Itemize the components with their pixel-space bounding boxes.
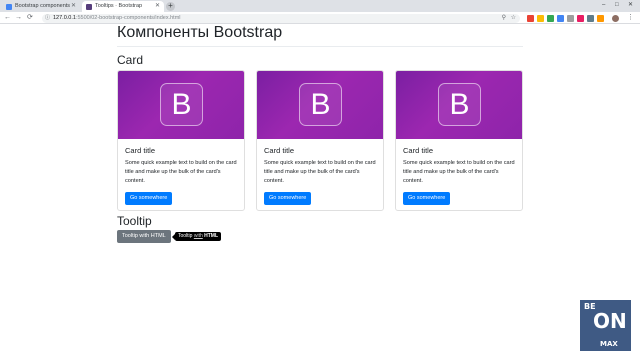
tooltip-emphasis: with xyxy=(193,233,203,239)
extension-icon[interactable] xyxy=(577,15,584,22)
card-row: B Card title Some quick example text to … xyxy=(117,70,523,213)
tab-bootstrap-components[interactable]: Bootstrap components ✕ xyxy=(2,1,80,12)
card: B Card title Some quick example text to … xyxy=(395,70,523,211)
extension-icon[interactable] xyxy=(567,15,574,22)
beonmax-watermark-logo: BE ON MAX xyxy=(580,300,631,351)
card-image: B xyxy=(118,71,244,139)
card-title: Card title xyxy=(264,146,295,155)
page-title: Компоненты Bootstrap xyxy=(117,25,523,47)
watermark-text: MAX xyxy=(600,340,618,348)
tab-tooltips-bootstrap[interactable]: Tooltips · Bootstrap ✕ xyxy=(82,1,164,12)
minimize-icon[interactable]: – xyxy=(602,0,605,11)
extension-icon[interactable] xyxy=(597,15,604,22)
close-tab-icon[interactable]: ✕ xyxy=(155,1,160,12)
browser-toolbar: ← → ⟳ ⓘ 127.0.0.1:5500/02-bootstrap-comp… xyxy=(0,12,640,24)
card-body: Card title Some quick example text to bu… xyxy=(396,139,522,210)
tooltip-section-heading: Tooltip xyxy=(117,214,152,228)
tab-title: Bootstrap components xyxy=(15,3,71,9)
card-section-heading: Card xyxy=(117,53,144,67)
tooltip-demo: Tooltip with HTML Tooltip with HTML xyxy=(117,230,523,244)
go-somewhere-button[interactable]: Go somewhere xyxy=(125,192,173,205)
bootstrap-logo-icon: B xyxy=(299,83,342,126)
tooltip-with-html-button[interactable]: Tooltip with HTML xyxy=(117,230,171,243)
page-favicon-icon xyxy=(6,4,12,10)
address-bar[interactable]: ⓘ 127.0.0.1:5500/02-bootstrap-components… xyxy=(42,14,520,23)
menu-icon[interactable]: ⋮ xyxy=(627,13,634,23)
url-path: :5500/02-bootstrap-components/index.html xyxy=(75,15,181,21)
tab-title: Tooltips · Bootstrap xyxy=(95,3,143,9)
card-title: Card title xyxy=(125,146,156,155)
new-tab-button[interactable]: + xyxy=(166,2,175,11)
card-title: Card title xyxy=(403,146,434,155)
back-icon[interactable]: ← xyxy=(4,13,11,23)
extension-icon[interactable] xyxy=(537,15,544,22)
zoom-icon[interactable]: ⚲ xyxy=(502,14,506,23)
maximize-icon[interactable]: □ xyxy=(615,0,619,11)
profile-avatar[interactable] xyxy=(612,15,619,22)
bootstrap-logo-icon: B xyxy=(160,83,203,126)
page-container: Компоненты Bootstrap Card B Card title S… xyxy=(117,25,523,244)
go-somewhere-button[interactable]: Go somewhere xyxy=(264,192,312,205)
url-host: 127.0.0.1 xyxy=(53,15,76,21)
go-somewhere-button[interactable]: Go somewhere xyxy=(403,192,451,205)
card: B Card title Some quick example text to … xyxy=(117,70,245,211)
bookmark-star-icon[interactable]: ☆ xyxy=(511,14,516,23)
browser-tab-bar: Bootstrap components ✕ Tooltips · Bootst… xyxy=(0,0,640,12)
tooltip-bold: HTML xyxy=(204,233,219,239)
info-icon[interactable]: ⓘ xyxy=(45,14,50,23)
tooltip-popup: Tooltip with HTML xyxy=(175,232,222,241)
bootstrap-logo-icon: B xyxy=(438,83,481,126)
card-text: Some quick example text to build on the … xyxy=(125,160,237,184)
bootstrap-favicon-icon xyxy=(86,4,92,10)
extension-icon[interactable] xyxy=(587,15,594,22)
card-text: Some quick example text to build on the … xyxy=(264,160,376,184)
extension-icon[interactable] xyxy=(557,15,564,22)
forward-icon[interactable]: → xyxy=(15,13,22,23)
card: B Card title Some quick example text to … xyxy=(256,70,384,211)
card-image: B xyxy=(257,71,383,139)
card-image: B xyxy=(396,71,522,139)
extension-icon[interactable] xyxy=(527,15,534,22)
close-tab-icon[interactable]: ✕ xyxy=(71,1,76,12)
card-text: Some quick example text to build on the … xyxy=(403,160,515,184)
tooltip-text: Tooltip xyxy=(178,233,193,239)
watermark-text: ON xyxy=(593,309,627,333)
extension-icon[interactable] xyxy=(547,15,554,22)
card-body: Card title Some quick example text to bu… xyxy=(118,139,244,210)
card-body: Card title Some quick example text to bu… xyxy=(257,139,383,210)
reload-icon[interactable]: ⟳ xyxy=(27,13,33,23)
close-window-icon[interactable]: ✕ xyxy=(628,0,633,11)
